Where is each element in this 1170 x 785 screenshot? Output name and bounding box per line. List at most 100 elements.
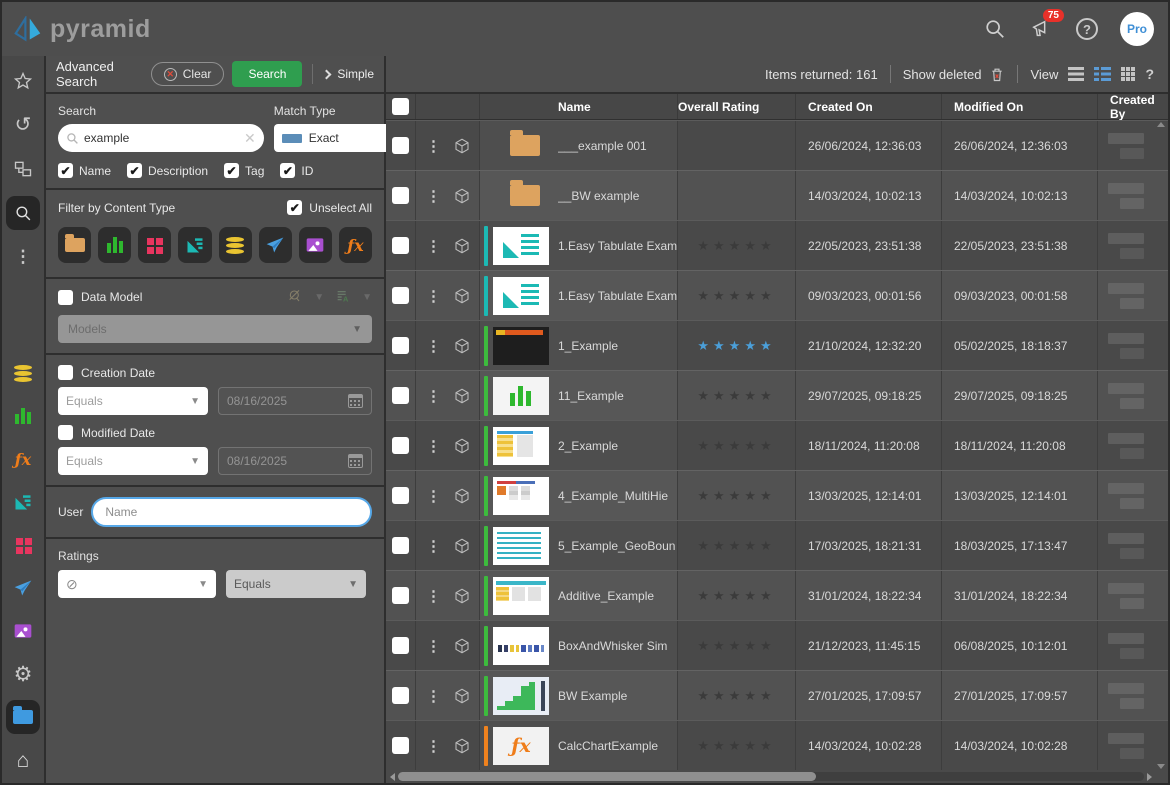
content-type-folder-button[interactable] bbox=[58, 227, 91, 263]
content-type-chart-button[interactable] bbox=[98, 227, 131, 263]
modified-date-operator-dropdown[interactable]: Equals ▼ bbox=[58, 447, 208, 475]
show-deleted-toggle[interactable]: Show deleted bbox=[903, 66, 1006, 83]
clear-button[interactable]: ✕ Clear bbox=[151, 62, 225, 86]
history-icon[interactable]: ↺ bbox=[6, 108, 40, 142]
row-checkbox[interactable] bbox=[392, 637, 409, 654]
rating-stars[interactable]: ★★★★★ bbox=[697, 738, 775, 754]
cube-icon[interactable] bbox=[453, 487, 471, 505]
hierarchy-icon[interactable] bbox=[6, 152, 40, 186]
present-grid-icon[interactable] bbox=[6, 528, 40, 562]
more-options-icon[interactable]: ⋮ bbox=[6, 240, 40, 274]
cube-icon[interactable] bbox=[453, 437, 471, 455]
row-checkbox[interactable] bbox=[392, 437, 409, 454]
row-checkbox[interactable] bbox=[392, 687, 409, 704]
search-input[interactable]: ✕ bbox=[58, 124, 264, 152]
row-menu-icon[interactable]: ⋮ bbox=[426, 387, 441, 405]
header-created-on[interactable]: Created On bbox=[796, 94, 942, 119]
global-search-icon[interactable] bbox=[982, 16, 1008, 42]
list-a-icon[interactable]: A bbox=[334, 289, 352, 305]
content-type-image-button[interactable] bbox=[299, 227, 332, 263]
table-row[interactable]: ⋮ Additive_Example ★★★★★ 31/01/2024, 18:… bbox=[386, 570, 1168, 620]
row-menu-icon[interactable]: ⋮ bbox=[426, 537, 441, 555]
cube-icon[interactable] bbox=[453, 387, 471, 405]
cube-icon[interactable] bbox=[453, 687, 471, 705]
row-menu-icon[interactable]: ⋮ bbox=[426, 337, 441, 355]
settings-gear-icon[interactable]: ⚙ bbox=[6, 657, 40, 691]
rating-stars[interactable]: ★★★★★ bbox=[697, 638, 775, 654]
content-type-formula-button[interactable]: ƒx bbox=[339, 227, 372, 263]
row-menu-icon[interactable]: ⋮ bbox=[426, 187, 441, 205]
cube-icon[interactable] bbox=[453, 537, 471, 555]
checkbox-id[interactable]: ✔ID bbox=[280, 163, 313, 178]
table-row[interactable]: ⋮ BoxAndWhisker Sim ★★★★★ 21/12/2023, 11… bbox=[386, 620, 1168, 670]
creation-date-operator-dropdown[interactable]: Equals ▼ bbox=[58, 387, 208, 415]
ratings-operator-dropdown[interactable]: Equals ▼ bbox=[226, 570, 366, 598]
cube-icon[interactable] bbox=[453, 737, 471, 755]
content-type-tabulate-button[interactable] bbox=[178, 227, 211, 263]
user-name-field[interactable] bbox=[105, 505, 358, 519]
rating-stars[interactable]: ★★★★★ bbox=[697, 538, 775, 554]
rating-stars[interactable]: ★★★★★ bbox=[697, 488, 775, 504]
connection-icon[interactable] bbox=[286, 289, 304, 305]
view-help-icon[interactable]: ? bbox=[1145, 66, 1154, 82]
row-checkbox[interactable] bbox=[392, 387, 409, 404]
rating-stars[interactable]: ★★★★★ bbox=[697, 238, 775, 254]
table-row[interactable]: ⋮ 2_Example ★★★★★ 18/11/2024, 11:20:08 1… bbox=[386, 420, 1168, 470]
header-name[interactable]: Name bbox=[480, 94, 678, 119]
row-checkbox[interactable] bbox=[392, 537, 409, 554]
row-menu-icon[interactable]: ⋮ bbox=[426, 237, 441, 255]
view-detail-icon[interactable] bbox=[1094, 67, 1111, 81]
checkbox-description[interactable]: ✔Description bbox=[127, 163, 208, 178]
header-created-by[interactable]: Created By bbox=[1098, 94, 1168, 119]
search-button[interactable]: Search bbox=[232, 61, 302, 87]
row-checkbox[interactable] bbox=[392, 287, 409, 304]
models-dropdown[interactable]: Models ▼ bbox=[58, 315, 372, 343]
horizontal-scrollbar[interactable] bbox=[390, 771, 1152, 782]
help-icon[interactable]: ? bbox=[1074, 16, 1100, 42]
search-text-field[interactable] bbox=[84, 131, 239, 145]
cube-icon[interactable] bbox=[453, 637, 471, 655]
row-menu-icon[interactable]: ⋮ bbox=[426, 637, 441, 655]
table-row[interactable]: ⋮ CalcChartExample ★★★★★ 14/03/2024, 10:… bbox=[386, 720, 1168, 770]
row-menu-icon[interactable]: ⋮ bbox=[426, 287, 441, 305]
data-model-checkbox[interactable] bbox=[58, 290, 73, 305]
header-overall-rating[interactable]: Overall Rating bbox=[678, 94, 796, 119]
pyramid-logo[interactable]: pyramid bbox=[14, 15, 151, 44]
cube-icon[interactable] bbox=[453, 187, 471, 205]
scroll-left-arrow[interactable] bbox=[390, 773, 395, 781]
calendar-icon[interactable] bbox=[348, 394, 363, 408]
scroll-up-arrow[interactable] bbox=[1157, 122, 1165, 127]
scroll-right-arrow[interactable] bbox=[1147, 773, 1152, 781]
data-model-icon[interactable] bbox=[6, 356, 40, 390]
content-type-model-button[interactable] bbox=[219, 227, 252, 263]
row-checkbox[interactable] bbox=[392, 237, 409, 254]
scroll-down-arrow[interactable] bbox=[1157, 764, 1165, 769]
table-row[interactable]: ⋮ 4_Example_MultiHie ★★★★★ 13/03/2025, 1… bbox=[386, 470, 1168, 520]
chevron-down-icon[interactable]: ▼ bbox=[362, 292, 372, 303]
clear-search-icon[interactable]: ✕ bbox=[244, 130, 256, 147]
scrollbar-thumb[interactable] bbox=[398, 772, 816, 781]
row-checkbox[interactable] bbox=[392, 487, 409, 504]
table-row[interactable]: ⋮ 1.Easy Tabulate Example ★★★★★ 22/05/20… bbox=[386, 220, 1168, 270]
row-menu-icon[interactable]: ⋮ bbox=[426, 487, 441, 505]
row-checkbox[interactable] bbox=[392, 587, 409, 604]
rating-stars[interactable]: ★★★★★ bbox=[697, 688, 775, 704]
creation-date-field[interactable]: 08/16/2025 bbox=[218, 387, 372, 415]
ratings-value-dropdown[interactable]: ⊘ ▼ bbox=[58, 570, 216, 598]
row-menu-icon[interactable]: ⋮ bbox=[426, 737, 441, 755]
tabulate-icon[interactable] bbox=[6, 485, 40, 519]
formulate-fx-icon[interactable]: ƒx bbox=[6, 442, 40, 476]
rating-stars[interactable]: ★★★★★ bbox=[697, 388, 775, 404]
calendar-icon[interactable] bbox=[348, 454, 363, 468]
notifications-icon[interactable]: 75 bbox=[1028, 16, 1054, 42]
rating-stars[interactable]: ★★★★★ bbox=[697, 288, 775, 304]
simple-toggle[interactable]: Simple bbox=[323, 67, 374, 81]
header-modified-on[interactable]: Modified On bbox=[942, 94, 1098, 119]
table-row[interactable]: ⋮ BW Example ★★★★★ 27/01/2025, 17:09:57 … bbox=[386, 670, 1168, 720]
checkbox-name[interactable]: ✔Name bbox=[58, 163, 111, 178]
modified-date-field[interactable]: 08/16/2025 bbox=[218, 447, 372, 475]
search-tab-icon[interactable] bbox=[6, 196, 40, 230]
table-row[interactable]: ⋮ ___example 001 26/06/2024, 12:36:03 26… bbox=[386, 120, 1168, 170]
table-row[interactable]: ⋮ __BW example 14/03/2024, 10:02:13 14/0… bbox=[386, 170, 1168, 220]
row-checkbox[interactable] bbox=[392, 337, 409, 354]
